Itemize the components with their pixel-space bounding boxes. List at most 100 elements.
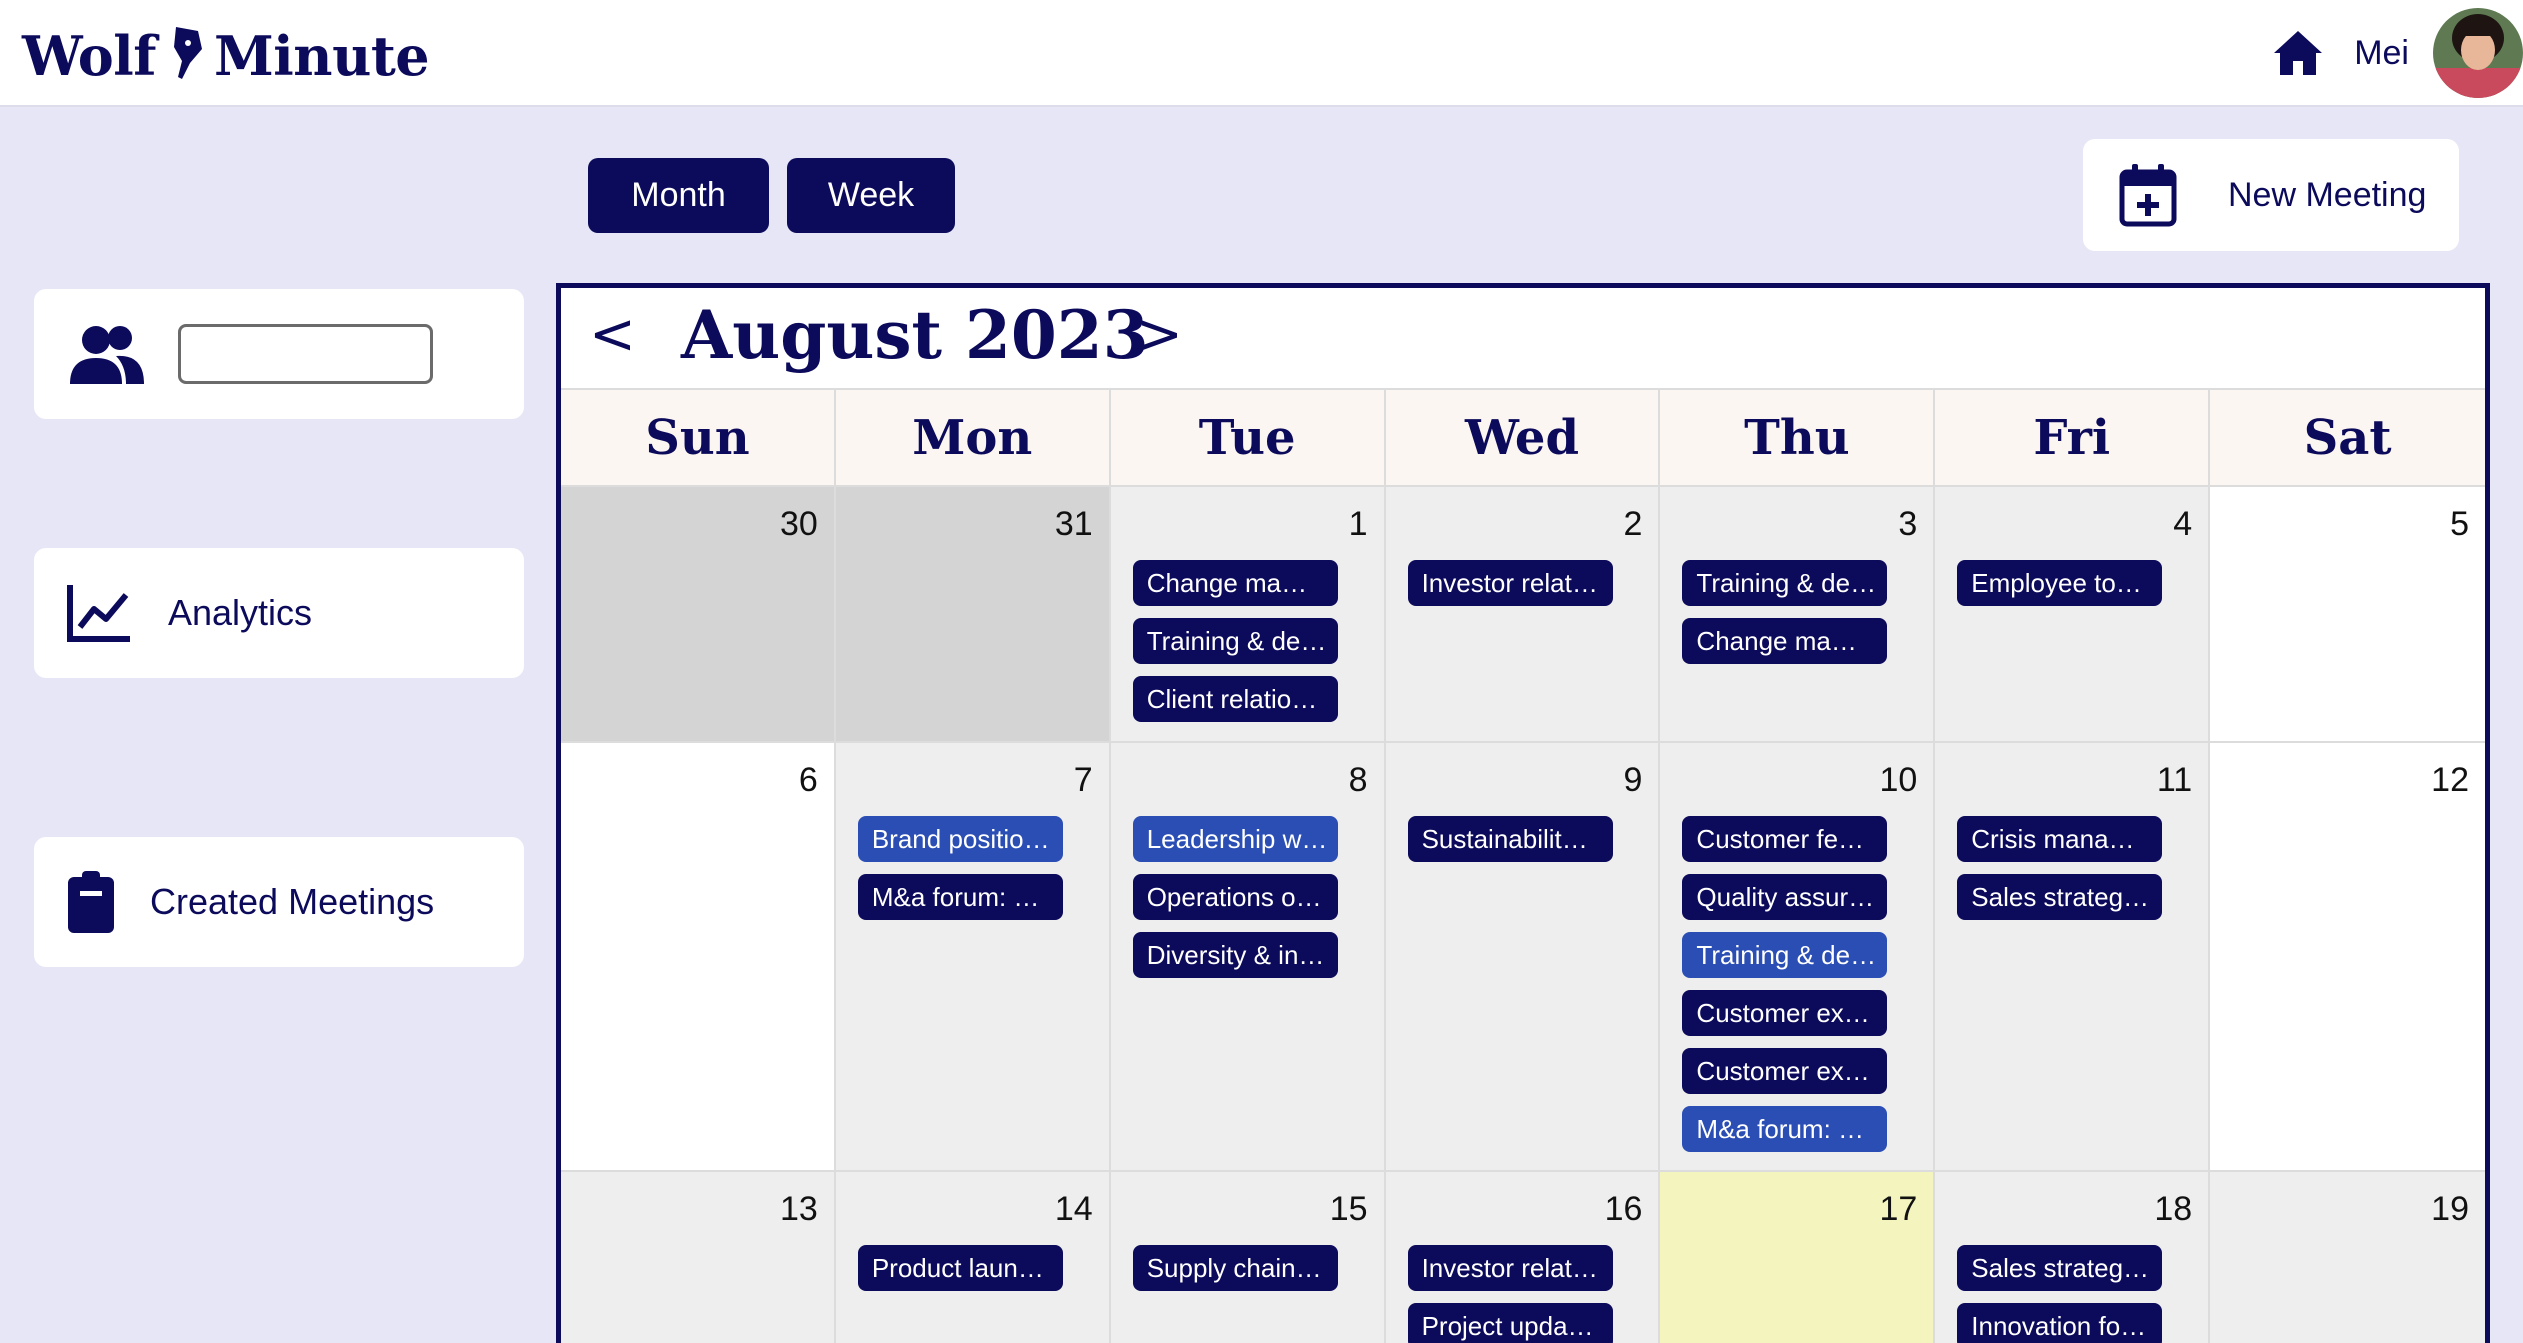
team-search-input[interactable] [178, 324, 433, 384]
week-view-button[interactable]: Week [787, 158, 955, 233]
calendar-week-row: 6 7 Brand positio… M&a forum: … 8 Leadership … [561, 743, 2485, 1172]
day-cell[interactable]: 10 Customer fe… Quality assur… Training & d… [1660, 743, 1936, 1170]
month-view-button[interactable]: Month [588, 158, 769, 233]
day-number: 3 [1898, 505, 1918, 543]
previous-month-button[interactable]: < [589, 302, 636, 367]
day-cell[interactable]: 18 Sales strateg… Innovation fo… [1935, 1172, 2211, 1343]
home-icon[interactable] [2272, 29, 2324, 77]
event-chip[interactable]: Supply chain… [1132, 1245, 1338, 1291]
day-events: Leadership w… Operations o… Diversity & in… [1132, 816, 1338, 978]
created-meetings-nav[interactable]: Created Meetings [34, 837, 524, 967]
clipboard-icon [68, 871, 114, 933]
day-events: Employee to… [1957, 560, 2163, 606]
weekday-wed: Wed [1385, 390, 1661, 485]
weekday-tue: Tue [1110, 390, 1386, 485]
event-chip[interactable]: Quality assur… [1682, 874, 1888, 920]
day-cell[interactable]: 16 Investor relat… Project upda… [1385, 1172, 1661, 1343]
day-events: Supply chain… [1132, 1245, 1338, 1291]
day-number: 10 [1879, 761, 1918, 799]
day-cell[interactable]: 19 [2210, 1172, 2485, 1343]
event-chip[interactable]: Innovation fo… [1957, 1303, 2163, 1343]
analytics-nav[interactable]: Analytics [34, 548, 524, 678]
day-number: 8 [1348, 761, 1368, 799]
event-chip[interactable]: Employee to… [1957, 560, 2163, 606]
event-chip[interactable]: Crisis mana… [1957, 816, 2163, 862]
day-cell[interactable]: 1 Change ma… Training & de… Client relatio… [1110, 487, 1386, 741]
event-chip[interactable]: Client relatio… [1132, 676, 1338, 722]
day-number: 1 [1348, 505, 1368, 543]
event-chip[interactable]: Investor relat… [1407, 1245, 1613, 1291]
next-month-button[interactable]: > [1136, 302, 1183, 367]
day-number: 17 [1879, 1190, 1918, 1228]
day-cell[interactable]: 15 Supply chain… [1110, 1172, 1386, 1343]
day-cell[interactable]: 13 [561, 1172, 836, 1343]
logo-text-wolf: Wolf [22, 24, 157, 88]
day-number: 30 [780, 505, 818, 543]
avatar[interactable] [2433, 8, 2523, 98]
event-chip[interactable]: Leadership w… [1132, 816, 1338, 862]
day-cell[interactable]: 17 [1660, 1172, 1936, 1343]
event-chip[interactable]: Diversity & in… [1132, 932, 1338, 978]
day-number: 15 [1329, 1190, 1368, 1228]
day-number: 9 [1623, 761, 1643, 799]
day-events: Change ma… Training & de… Client relatio… [1132, 560, 1338, 722]
event-chip[interactable]: Training & de… [1132, 618, 1338, 664]
event-chip[interactable]: Training & de… [1682, 932, 1888, 978]
calendar-weeks: 30 31 1 Change ma… Training & de… Client rela… [561, 485, 2485, 1343]
new-meeting-button[interactable]: New Meeting [2083, 139, 2459, 251]
calendar-month-title: August 2023 [681, 296, 1149, 374]
day-number: 2 [1623, 505, 1643, 543]
event-chip[interactable]: Change ma… [1682, 618, 1888, 664]
event-chip[interactable]: Customer fe… [1682, 816, 1888, 862]
day-cell[interactable]: 2 Investor relat… [1385, 487, 1661, 741]
calendar-week-row: 30 31 1 Change ma… Training & de… Client rela… [561, 487, 2485, 743]
weekday-mon: Mon [835, 390, 1111, 485]
team-search-card [34, 289, 524, 419]
event-chip[interactable]: Product laun… [857, 1245, 1063, 1291]
event-chip[interactable]: Training & de… [1682, 560, 1888, 606]
day-number: 6 [798, 761, 818, 799]
event-chip[interactable]: Change ma… [1132, 560, 1338, 606]
month-calendar: < August 2023 > Sun Mon Tue Wed Thu Fri … [556, 283, 2490, 1343]
day-cell[interactable]: 7 Brand positio… M&a forum: … [835, 743, 1111, 1170]
event-chip[interactable]: M&a forum: … [857, 874, 1063, 920]
event-chip[interactable]: Sales strateg… [1957, 1245, 2163, 1291]
day-events: Crisis mana… Sales strateg… [1957, 816, 2163, 920]
created-meetings-label: Created Meetings [150, 881, 435, 922]
calendar-plus-icon [2119, 164, 2177, 227]
day-cell[interactable]: 6 [561, 743, 836, 1170]
day-cell[interactable]: 5 [2210, 487, 2485, 741]
weekday-sun: Sun [561, 390, 836, 485]
event-chip[interactable]: Sustainabilit… [1407, 816, 1613, 862]
day-cell[interactable]: 9 Sustainabilit… [1385, 743, 1661, 1170]
user-name[interactable]: Mei [2354, 34, 2409, 73]
event-chip[interactable]: Customer ex… [1682, 1048, 1888, 1094]
app-logo[interactable]: Wolf Minute [22, 20, 430, 92]
weekday-thu: Thu [1660, 390, 1936, 485]
day-cell[interactable]: 4 Employee to… [1935, 487, 2211, 741]
day-cell[interactable]: 11 Crisis mana… Sales strateg… [1935, 743, 2211, 1170]
day-cell[interactable]: 31 [835, 487, 1111, 741]
event-chip[interactable]: Investor relat… [1407, 560, 1613, 606]
day-cell[interactable]: 30 [561, 487, 836, 741]
event-chip[interactable]: Operations o… [1132, 874, 1338, 920]
day-number: 7 [1073, 761, 1093, 799]
day-cell[interactable]: 8 Leadership w… Operations o… Diversity & i… [1110, 743, 1386, 1170]
day-cell[interactable]: 14 Product laun… [835, 1172, 1111, 1343]
day-events: Sustainabilit… [1407, 816, 1613, 862]
day-events: Investor relat… Project upda… [1407, 1245, 1613, 1343]
event-chip[interactable]: Brand positio… [857, 816, 1063, 862]
day-number: 31 [1054, 505, 1093, 543]
event-chip[interactable]: Sales strateg… [1957, 874, 2163, 920]
event-chip[interactable]: M&a forum: … [1682, 1106, 1888, 1152]
event-chip[interactable]: Customer ex… [1682, 990, 1888, 1036]
day-number: 12 [2431, 761, 2469, 799]
logo-text-minute: Minute [214, 24, 430, 88]
day-number: 5 [2450, 505, 2469, 543]
event-chip[interactable]: Project upda… [1407, 1303, 1613, 1343]
day-cell[interactable]: 12 [2210, 743, 2485, 1170]
chart-line-icon [67, 585, 130, 642]
weekday-sat: Sat [2210, 390, 2485, 485]
day-cell[interactable]: 3 Training & de… Change ma… [1660, 487, 1936, 741]
quill-pen-icon [174, 27, 203, 79]
